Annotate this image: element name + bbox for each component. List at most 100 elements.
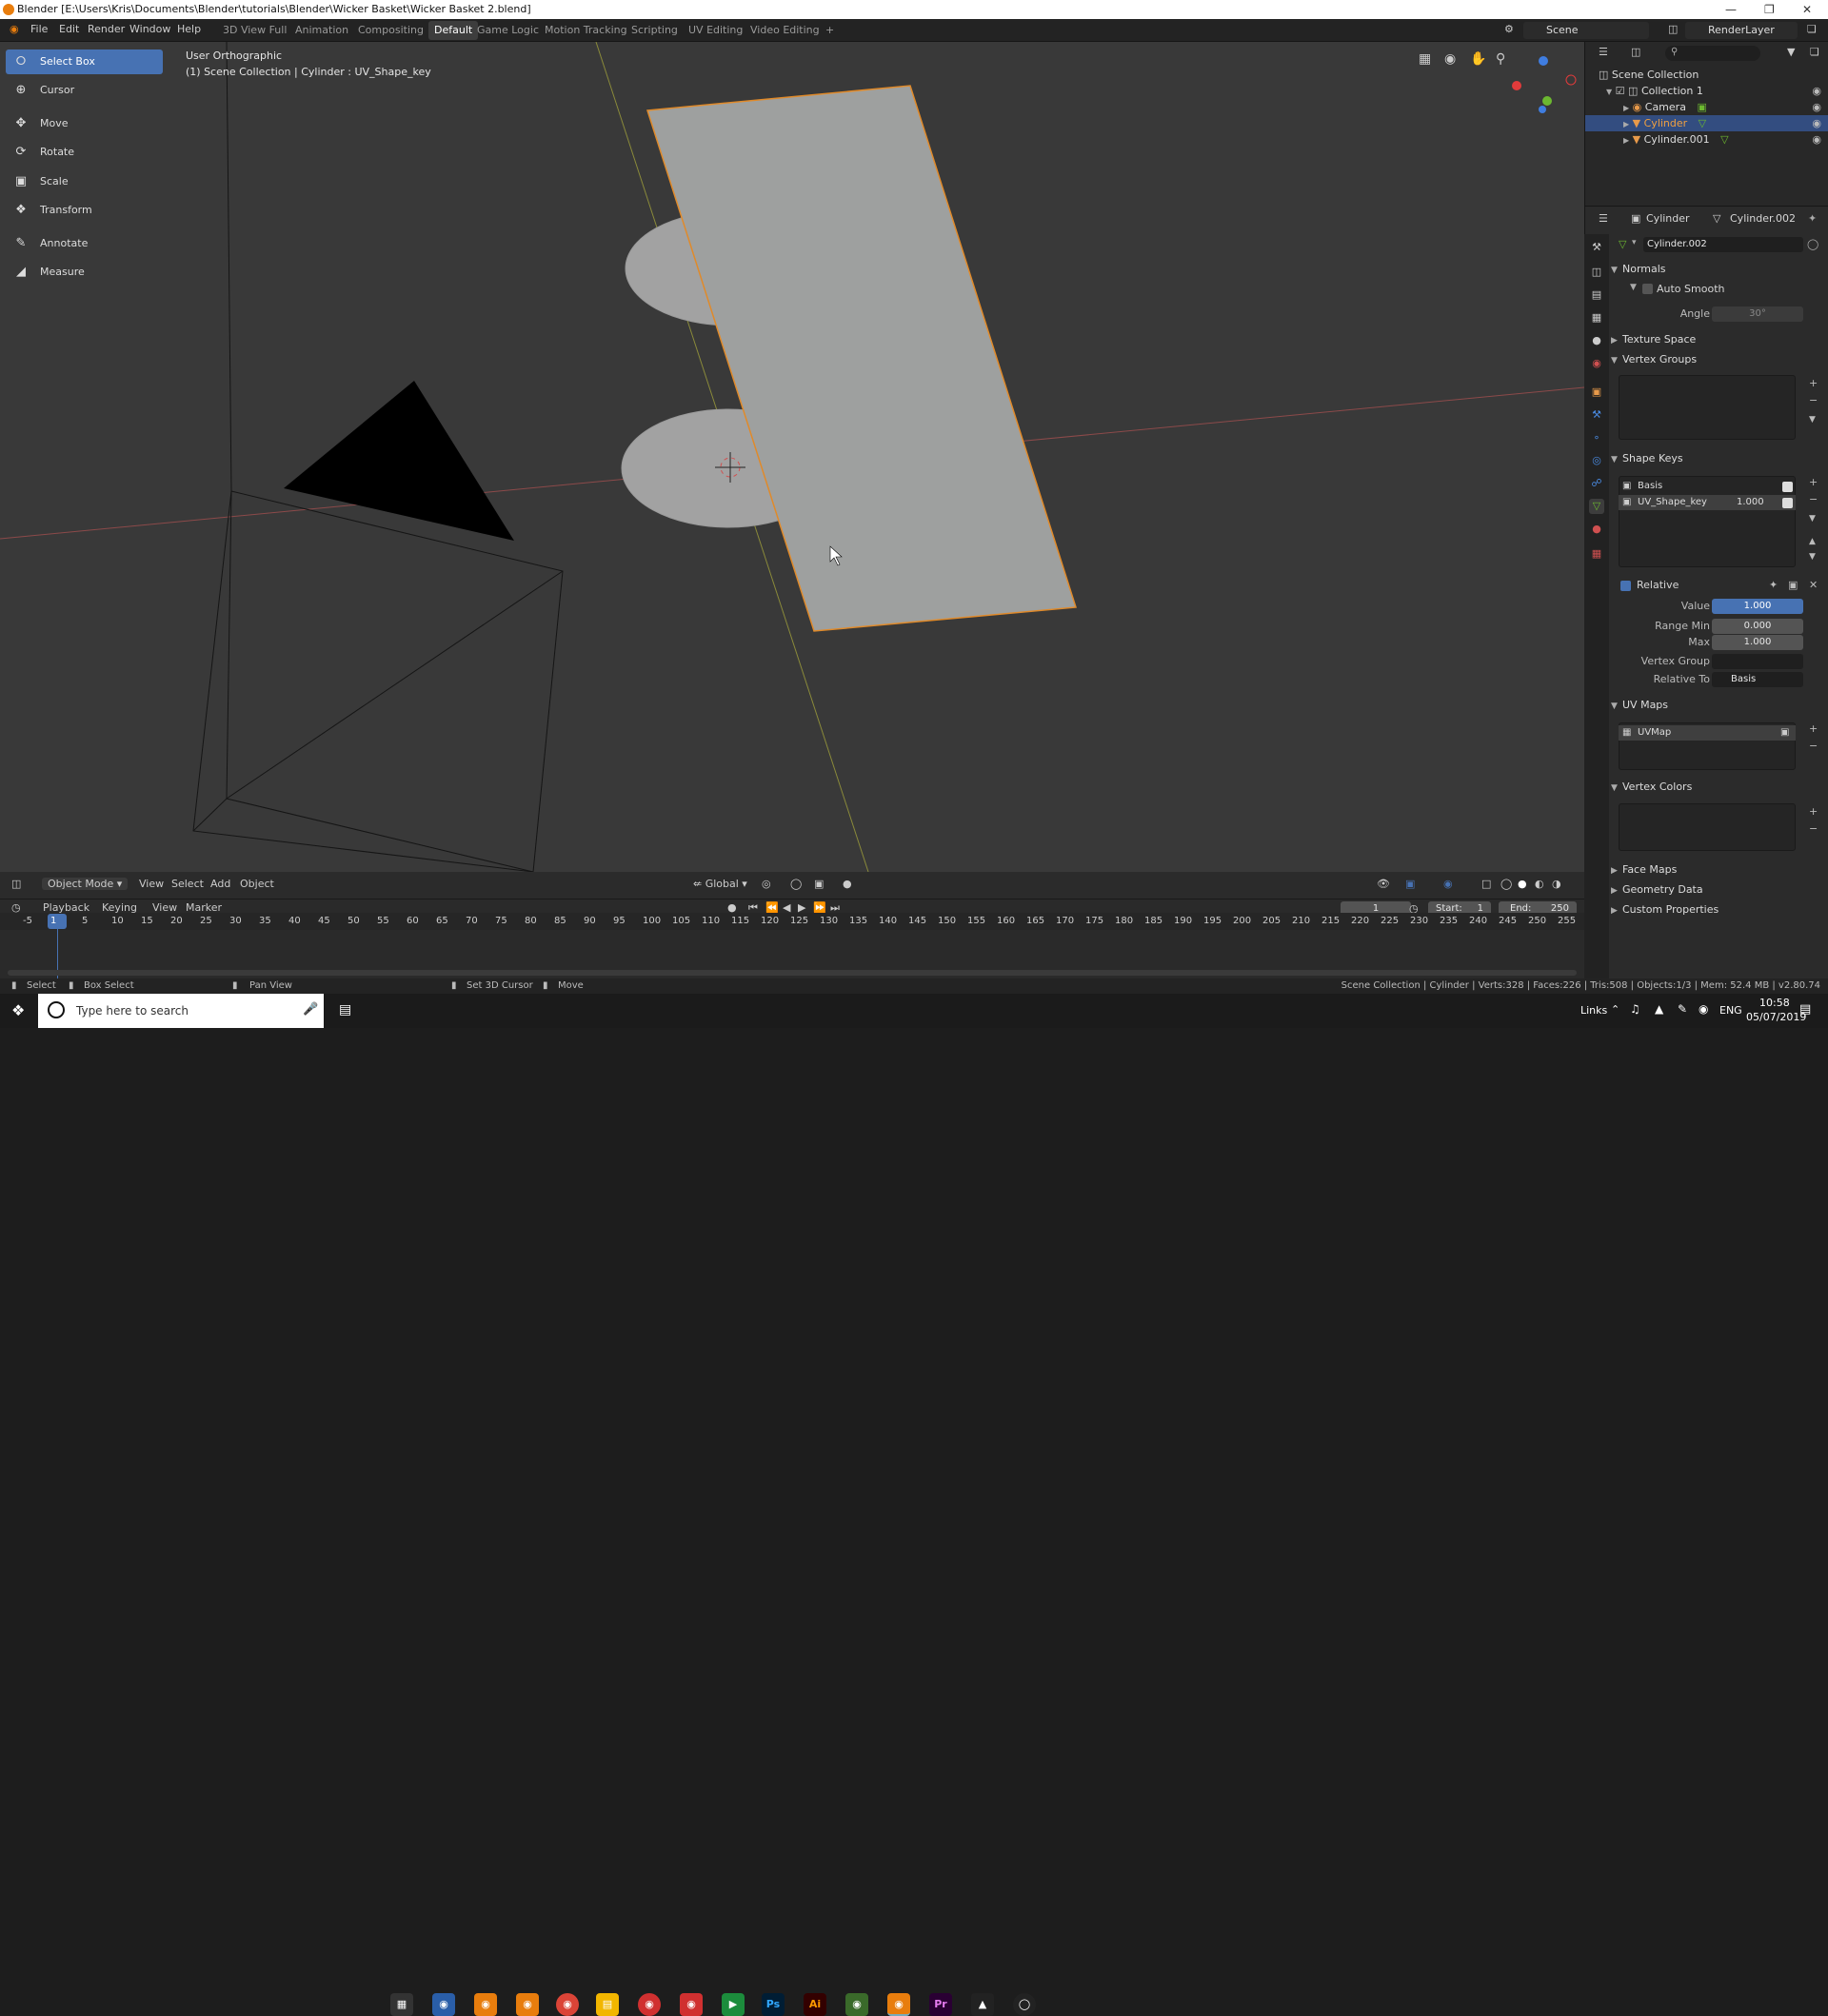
checkbox-icon[interactable]: ☑ xyxy=(1616,85,1625,97)
microphone-icon[interactable]: 🎤 xyxy=(303,1002,318,1017)
tool-transform[interactable]: ❖ Transform xyxy=(6,198,163,223)
add-vertex-color-button[interactable]: + xyxy=(1809,805,1818,818)
tool-move[interactable]: ✥ Move xyxy=(6,111,163,136)
add-workspace-button[interactable]: + xyxy=(820,21,840,40)
particles-tab-icon[interactable]: ∘ xyxy=(1589,430,1604,445)
shape-key-value[interactable]: 1.000 xyxy=(1737,495,1764,510)
object-tab-icon[interactable]: ▣ xyxy=(1589,385,1604,400)
section-geometry-data[interactable]: ▶ Geometry Data xyxy=(1611,881,1822,899)
blender-active-taskbar-icon[interactable]: ◉ xyxy=(887,1993,910,2016)
scene-icon[interactable]: ⚙ xyxy=(1504,23,1514,35)
visibility-icon[interactable]: 👁 xyxy=(1377,878,1390,890)
eye-icon[interactable]: ◉ xyxy=(1812,83,1821,99)
edit-mode-shape-icon[interactable]: ▣ xyxy=(1788,579,1798,591)
gizmo-toggle-icon[interactable]: ▣ xyxy=(1405,878,1415,890)
outliner-item-cylinder-001[interactable]: ▶ ▼ Cylinder.001 ▽ ◉ xyxy=(1585,131,1828,148)
scene-tab-icon[interactable]: ● xyxy=(1589,333,1604,348)
app-red-icon[interactable]: ◉ xyxy=(638,1993,661,2016)
chrome-icon[interactable]: ◉ xyxy=(556,1993,579,2016)
task-view-icon[interactable]: ▤ xyxy=(339,1002,351,1018)
move-shape-key-up-icon[interactable]: ▲ xyxy=(1809,537,1816,546)
section-vertex-colors[interactable]: ▼ Vertex Colors xyxy=(1611,779,1822,796)
new-layer-icon[interactable]: ❏ xyxy=(1807,23,1817,35)
relative-to-field[interactable]: Basis xyxy=(1712,672,1803,687)
taskbar-search-box[interactable]: Type here to search 🎤 xyxy=(38,994,324,1028)
angle-field[interactable]: 30° xyxy=(1712,306,1803,322)
uv-map-uvmap[interactable]: ▦ UVMap ▣ xyxy=(1619,725,1796,741)
constraints-tab-icon[interactable]: ☍ xyxy=(1589,476,1604,491)
premiere-icon[interactable]: Pr xyxy=(929,1993,952,2016)
notifications-icon[interactable]: ▤ xyxy=(1799,1002,1811,1017)
mesh-name-field[interactable]: Cylinder.002 xyxy=(1643,237,1803,252)
shape-key-basis[interactable]: ▣ Basis xyxy=(1619,479,1796,494)
network-icon[interactable]: ▲ xyxy=(1655,1002,1663,1016)
section-custom-properties[interactable]: ▶ Custom Properties xyxy=(1611,901,1822,919)
render-layer-selector[interactable]: RenderLayer xyxy=(1685,22,1798,39)
tab-motion-tracking[interactable]: Motion Tracking xyxy=(539,21,633,40)
breadcrumb-object[interactable]: Cylinder xyxy=(1646,212,1690,225)
shape-key-menu-icon[interactable]: ▼ xyxy=(1809,514,1816,524)
tab-3d-view-full[interactable]: 3D View Full xyxy=(217,21,292,40)
menu-window[interactable]: Window xyxy=(129,23,170,35)
dropdown-icon[interactable]: ▾ xyxy=(1632,238,1637,247)
remove-vertex-group-button[interactable]: − xyxy=(1809,394,1818,406)
tab-game-logic[interactable]: Game Logic xyxy=(471,21,545,40)
range-min-field[interactable]: 0.000 xyxy=(1712,619,1803,634)
orientation-selector[interactable]: ⇍ Global ▾ xyxy=(693,878,747,890)
tool-tab-icon[interactable]: ⚒ xyxy=(1589,240,1604,255)
pin-icon[interactable]: ✦ xyxy=(1808,212,1817,225)
relative-checkbox[interactable] xyxy=(1620,581,1631,591)
render-layer-icon[interactable]: ◫ xyxy=(1668,23,1678,35)
overlay-toggle-icon[interactable]: ◉ xyxy=(1443,878,1453,890)
menu-help[interactable]: Help xyxy=(177,23,201,35)
shape-key-uv-shape-key[interactable]: ▣ UV_Shape_key 1.000 xyxy=(1619,495,1796,510)
tool-cursor[interactable]: ⊕ Cursor xyxy=(6,78,163,103)
texture-tab-icon[interactable]: ▦ xyxy=(1589,546,1604,562)
add-vertex-group-button[interactable]: + xyxy=(1809,377,1818,389)
outliner-collection-1[interactable]: ▼ ☑ ◫ Collection 1 ◉ xyxy=(1585,83,1828,99)
eye-icon[interactable]: ◉ xyxy=(1812,99,1821,115)
tool-select-box[interactable]: ⭘ Select Box xyxy=(6,49,163,74)
3d-viewport[interactable]: User Orthographic (1) Scene Collection |… xyxy=(0,42,1584,872)
eye-icon[interactable]: ◉ xyxy=(1812,131,1821,148)
world-tab-icon[interactable]: ◉ xyxy=(1589,356,1604,371)
app-red-2-icon[interactable]: ◉ xyxy=(680,1993,703,2016)
taskbar-links[interactable]: Links xyxy=(1580,1004,1607,1017)
range-max-field[interactable]: 1.000 xyxy=(1712,635,1803,650)
breadcrumb-mesh[interactable]: Cylinder.002 xyxy=(1730,212,1796,225)
tab-uv-editing[interactable]: UV Editing xyxy=(683,21,748,40)
filter-icon[interactable]: ▼ xyxy=(1787,46,1795,58)
section-normals[interactable]: ▼ Normals xyxy=(1611,261,1822,278)
pin-shape-icon[interactable]: ✦ xyxy=(1769,579,1778,591)
pan-hand-icon[interactable]: ✋ xyxy=(1470,51,1486,67)
menu-add[interactable]: Add xyxy=(210,878,230,890)
material-tab-icon[interactable]: ● xyxy=(1589,522,1604,537)
wifi-icon[interactable]: ◉ xyxy=(1699,1002,1708,1016)
outliner[interactable]: ☰ ◫ ⚲ ▼ ❏ ◫ Scene Collection ▼ ☑ ◫ Colle… xyxy=(1584,42,1828,206)
app-icon[interactable]: ◉ xyxy=(432,1993,455,2016)
media-player-icon[interactable]: ▶ xyxy=(722,1993,745,2016)
active-render-icon[interactable]: ▣ xyxy=(1780,725,1789,741)
tab-video-editing[interactable]: Video Editing xyxy=(745,21,825,40)
volume-icon[interactable]: ♫ xyxy=(1630,1002,1640,1016)
vertex-group-menu-icon[interactable]: ▼ xyxy=(1809,415,1816,425)
outliner-editor-icon[interactable]: ☰ xyxy=(1599,46,1608,58)
modifier-tab-icon[interactable]: ⚒ xyxy=(1589,407,1604,423)
tool-annotate[interactable]: ✎ Annotate xyxy=(6,231,163,256)
section-vertex-groups[interactable]: ▼ Vertex Groups xyxy=(1611,351,1822,368)
minimize-icon[interactable]: — xyxy=(1725,0,1737,19)
tool-rotate[interactable]: ⟳ Rotate xyxy=(6,140,163,165)
windows-start-icon[interactable]: ❖ xyxy=(11,1001,25,1019)
blender-menu-icon[interactable]: ◉ xyxy=(10,23,19,35)
app-circle-icon[interactable]: ◯ xyxy=(1013,1993,1036,2016)
language-indicator[interactable]: ENG xyxy=(1719,1004,1742,1017)
menu-select[interactable]: Select xyxy=(171,878,204,890)
move-shape-key-down-icon[interactable]: ▼ xyxy=(1809,552,1816,562)
properties-editor-icon[interactable]: ☰ xyxy=(1599,212,1608,225)
clear-shape-icon[interactable]: ✕ xyxy=(1809,579,1818,591)
fake-user-icon[interactable]: ◯ xyxy=(1807,238,1818,250)
photoshop-icon[interactable]: Ps xyxy=(762,1993,785,2016)
vertex-colors-list[interactable] xyxy=(1619,803,1796,851)
mesh-data-tab-icon[interactable]: ▽ xyxy=(1589,499,1604,514)
remove-shape-key-button[interactable]: − xyxy=(1809,493,1818,505)
